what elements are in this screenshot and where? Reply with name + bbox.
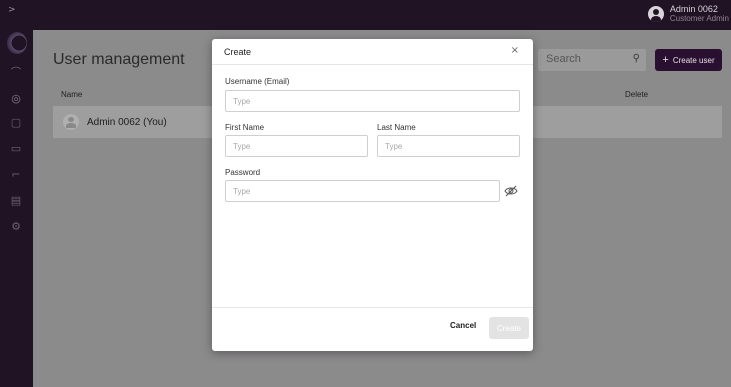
column-header-name: Name [61, 90, 83, 99]
antenna-icon[interactable]: ⌒ [9, 66, 23, 80]
user-avatar-icon [63, 114, 79, 130]
plus-icon: + [662, 54, 669, 66]
create-button[interactable]: Create [489, 317, 529, 339]
printer-icon[interactable]: ▤ [9, 194, 23, 208]
search-icon[interactable]: ⚲ [633, 53, 640, 64]
chevron-right-icon[interactable]: > [8, 5, 16, 15]
last-name-field[interactable] [377, 135, 520, 157]
user-circle-icon[interactable]: ◎ [9, 92, 23, 106]
sidebar: ⌒ ◎ ▢ ▭ ⌐ ▤ ⚙ [0, 30, 33, 387]
building-icon[interactable]: ▢ [9, 116, 23, 130]
last-name-label: Last Name [377, 123, 416, 132]
password-field[interactable] [225, 180, 500, 202]
close-icon[interactable]: × [511, 45, 519, 56]
air-conditioner-icon[interactable]: ▭ [9, 142, 23, 156]
dialog-title: Create [224, 47, 252, 57]
dialog-header: Create × [212, 39, 533, 65]
faucet-icon[interactable]: ⌐ [9, 168, 23, 182]
password-label: Password [225, 168, 261, 177]
logo [7, 32, 27, 54]
page-title: User management [53, 51, 185, 68]
first-name-label: First Name [225, 123, 265, 132]
search-input[interactable]: Search ⚲ [538, 49, 646, 71]
column-header-delete: Delete [625, 90, 649, 99]
create-user-label: Create user [672, 55, 715, 65]
cancel-button[interactable]: Cancel [450, 321, 476, 330]
create-user-dialog: Create × Username (Email) First Name Las… [212, 39, 533, 351]
user-name: Admin 0062 [669, 4, 718, 14]
settings-icon[interactable]: ⚙ [9, 220, 23, 234]
user-avatar-icon [647, 6, 664, 22]
user-role: Customer Admin [669, 14, 729, 23]
user-menu[interactable]: Admin 0062 Customer Admin [647, 4, 729, 24]
user-info: Admin 0062 Customer Admin [669, 4, 729, 24]
username-label: Username (Email) [225, 77, 290, 86]
create-user-button[interactable]: + Create user [655, 49, 722, 71]
row-user-name: Admin 0062 (You) [87, 117, 167, 128]
first-name-field[interactable] [225, 135, 368, 157]
top-bar: > Admin 0062 Customer Admin [0, 0, 731, 30]
username-email-field[interactable] [225, 90, 520, 112]
search-placeholder: Search [546, 53, 581, 65]
eye-off-icon[interactable] [504, 185, 518, 197]
dialog-footer: Cancel Create [212, 307, 533, 351]
